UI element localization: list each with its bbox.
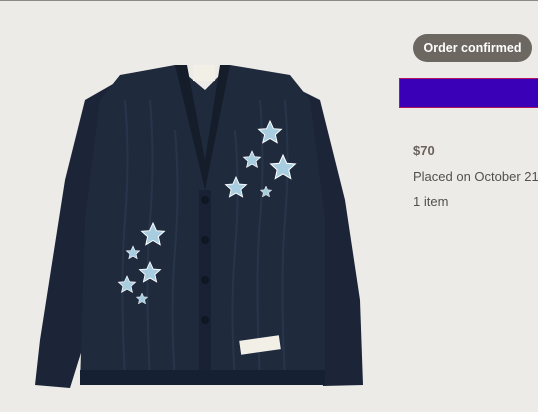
order-item-count: 1 item [413, 194, 449, 209]
order-placed-date: Placed on October 21, [413, 169, 538, 184]
top-divider [0, 0, 538, 1]
promo-banner[interactable] [399, 78, 538, 108]
product-image [35, 65, 363, 388]
order-status-badge: Order confirmed [413, 34, 532, 62]
order-price: $70 [413, 143, 435, 158]
